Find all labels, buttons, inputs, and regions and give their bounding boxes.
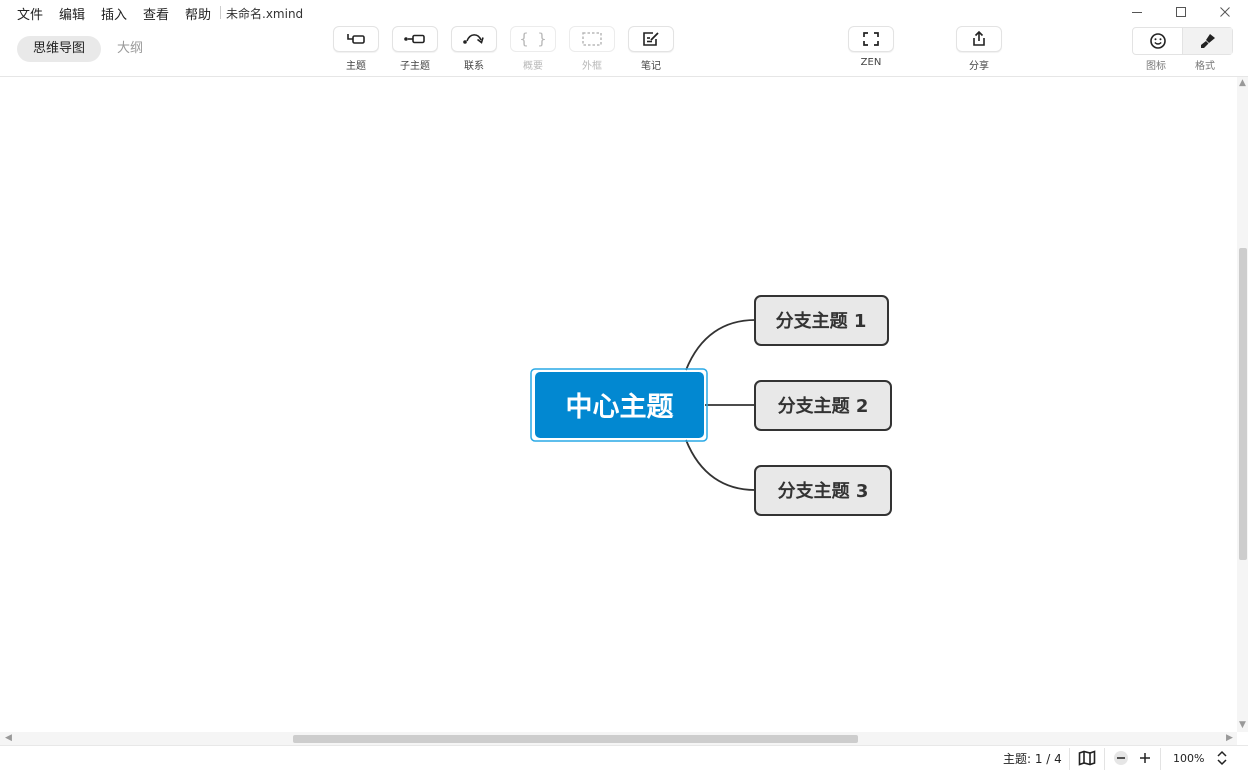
minimize-button[interactable] — [1114, 0, 1160, 24]
share-label: 分享 — [969, 61, 989, 72]
maximize-button[interactable] — [1158, 0, 1204, 24]
map-overview-button[interactable] — [1078, 750, 1096, 770]
menu-view[interactable]: 查看 — [143, 4, 169, 23]
mindmap-canvas[interactable]: 中心主题 分支主题 1 分支主题 2 分支主题 3 — [0, 77, 1237, 732]
branch-topic-2[interactable]: 分支主题 2 — [754, 380, 892, 431]
branch-topic-text: 分支主题 2 — [778, 395, 869, 417]
relationship-label: 联系 — [464, 61, 484, 72]
zoom-out-button[interactable] — [1114, 751, 1128, 765]
notes-button[interactable]: 笔记 — [628, 26, 674, 72]
status-divider — [1069, 748, 1070, 770]
smiley-icon — [1149, 33, 1166, 49]
central-topic-text: 中心主题 — [566, 392, 674, 423]
icons-label: 图标 — [1146, 61, 1166, 72]
relationship-icon — [463, 34, 484, 44]
zen-label: ZEN — [860, 57, 882, 68]
zen-button[interactable]: ZEN — [848, 26, 894, 68]
zoom-stepper[interactable] — [1216, 750, 1228, 770]
vertical-scroll-thumb[interactable] — [1239, 248, 1247, 560]
summary-label: 概要 — [523, 61, 543, 72]
zoom-level[interactable]: 100% — [1173, 752, 1204, 765]
menu-insert[interactable]: 插入 — [101, 4, 127, 23]
close-icon — [1220, 7, 1230, 17]
menu-help[interactable]: 帮助 — [185, 4, 211, 23]
status-divider — [1160, 748, 1161, 770]
scroll-left-icon[interactable]: ◀ — [5, 733, 12, 743]
boundary-label: 外框 — [582, 61, 602, 72]
share-button[interactable]: 分享 — [956, 26, 1002, 72]
document-title: 未命名.xmind — [226, 7, 304, 21]
scroll-down-icon[interactable]: ▼ — [1239, 720, 1246, 730]
subtopic-icon — [404, 34, 425, 44]
topic-button[interactable]: 主题 — [333, 26, 379, 72]
map-icon — [1078, 750, 1096, 766]
menu-edit[interactable]: 编辑 — [59, 4, 85, 23]
format-panel-button[interactable] — [1182, 28, 1232, 54]
chevron-updown-icon — [1217, 750, 1227, 766]
topic-label: 主题 — [346, 61, 366, 72]
subtopic-button[interactable]: 子主题 — [392, 26, 438, 72]
tab-mindmap[interactable]: 思维导图 — [17, 36, 102, 62]
scroll-up-icon[interactable]: ▲ — [1239, 78, 1246, 88]
topic-icon — [347, 34, 365, 44]
connector-branch-3 — [685, 439, 756, 491]
menu-file[interactable]: 文件 — [17, 4, 43, 23]
relationship-button[interactable]: 联系 — [451, 26, 497, 72]
toolbar: 思维导图 大纲 主题 子主题 联系 {} 概要 外框 笔记 ZEN 分享 图标… — [0, 24, 1248, 77]
maximize-icon — [1176, 7, 1186, 17]
zoom-in-button[interactable] — [1138, 751, 1152, 765]
status-divider — [1104, 748, 1105, 770]
format-label: 格式 — [1195, 61, 1215, 72]
fullscreen-icon — [863, 32, 879, 46]
status-bar: 主题: 1 / 4 100% — [0, 745, 1248, 771]
minus-icon — [1117, 757, 1125, 759]
connector-branch-1 — [685, 319, 756, 371]
view-switcher: 思维导图 大纲 — [17, 36, 159, 62]
boundary-icon — [582, 32, 602, 46]
topic-count: 主题: 1 / 4 — [1003, 752, 1062, 766]
braces-icon: { } — [519, 30, 547, 48]
title-bar: 文件 编辑 插入 查看 帮助 未命名.xmind — [0, 0, 1248, 24]
scroll-right-icon[interactable]: ▶ — [1226, 733, 1233, 743]
format-brush-icon — [1200, 34, 1215, 48]
close-button[interactable] — [1202, 0, 1248, 24]
icons-panel-button[interactable] — [1133, 28, 1182, 54]
share-icon — [973, 30, 985, 46]
central-topic[interactable]: 中心主题 — [530, 368, 708, 442]
subtopic-label: 子主题 — [400, 61, 430, 72]
tab-outline[interactable]: 大纲 — [101, 36, 159, 62]
boundary-button[interactable]: 外框 — [569, 26, 615, 72]
branch-topic-text: 分支主题 1 — [776, 310, 867, 332]
title-separator — [220, 6, 221, 19]
minimize-icon — [1132, 12, 1142, 13]
branch-topic-1[interactable]: 分支主题 1 — [754, 295, 889, 346]
mindmap-svg: 中心主题 分支主题 1 分支主题 2 分支主题 3 — [530, 295, 892, 516]
horizontal-scroll-thumb[interactable] — [293, 735, 858, 743]
panel-toggle-group — [1132, 27, 1233, 55]
notes-icon — [643, 32, 659, 46]
summary-button[interactable]: { } 概要 — [510, 26, 556, 72]
plus-icon — [1140, 753, 1150, 763]
branch-topic-3[interactable]: 分支主题 3 — [754, 465, 892, 516]
branch-topic-text: 分支主题 3 — [778, 480, 869, 502]
notes-label: 笔记 — [641, 61, 661, 72]
